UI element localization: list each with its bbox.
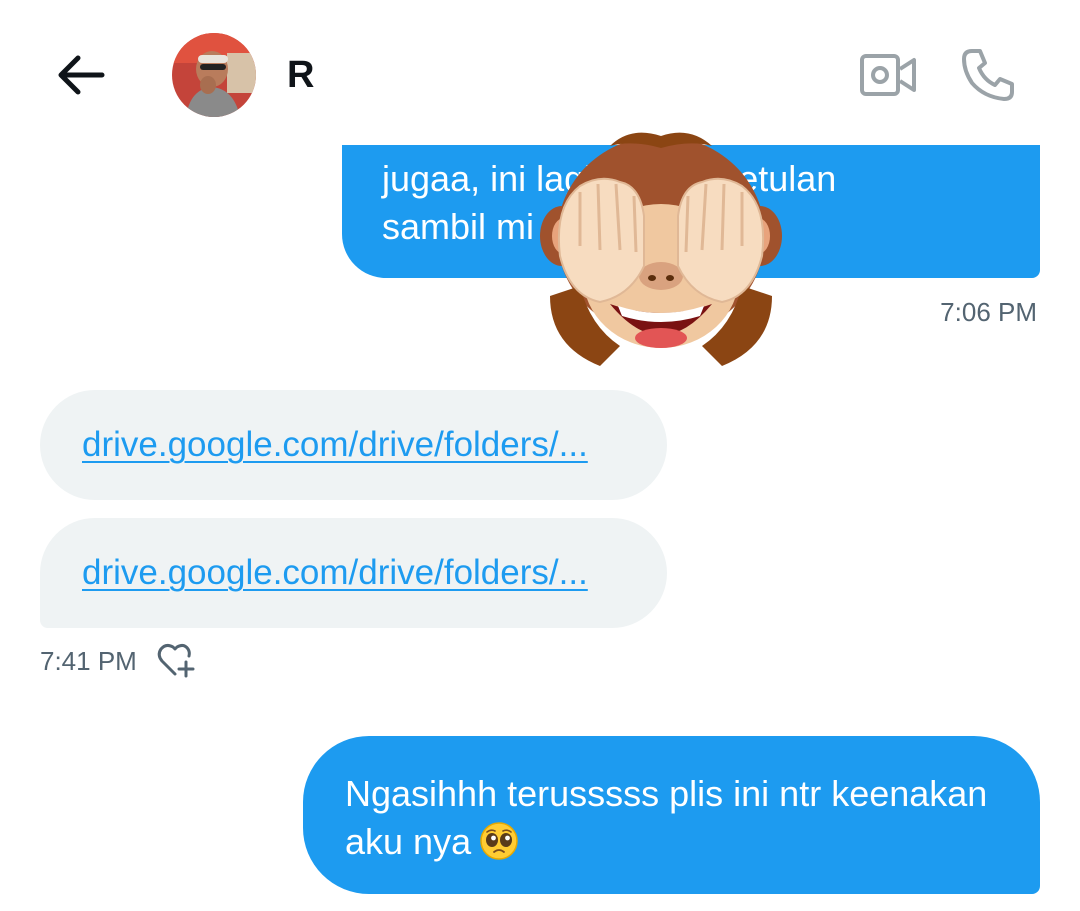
pleading-face-emoji (480, 822, 518, 861)
voice-call-button[interactable] (958, 45, 1018, 105)
message-text-line-1: Ngasihhh terusssss plis ini ntr keenakan (345, 773, 988, 814)
contact-name: R (287, 54, 315, 96)
message-timestamp: 7:41 PM (40, 646, 137, 676)
avatar[interactable] (172, 33, 256, 117)
incoming-message-bubble[interactable]: drive.google.com/drive/folders/... (40, 518, 667, 628)
outgoing-message-bubble[interactable]: Ngasihhh terusssss plis ini ntr keenakan… (303, 736, 1040, 894)
phone-icon (962, 49, 1014, 101)
incoming-message-bubble[interactable]: drive.google.com/drive/folders/... (40, 390, 667, 500)
message-text-line-2: aku nya (345, 818, 998, 866)
drive-link[interactable]: drive.google.com/drive/folders/... (82, 553, 588, 592)
video-camera-icon (860, 54, 916, 96)
message-timestamp: 7:06 PM (940, 297, 1037, 327)
chat-header: R (0, 0, 1080, 145)
arrow-left-icon (58, 55, 105, 95)
back-button[interactable] (52, 48, 112, 102)
add-reaction-button[interactable] (155, 640, 197, 680)
video-call-button[interactable] (858, 50, 918, 100)
drive-link[interactable]: drive.google.com/drive/folders/... (82, 425, 588, 464)
message-text-line-2-text: aku nya (345, 821, 472, 862)
heart-plus-icon (157, 643, 195, 678)
see-no-evil-monkey-sticker (540, 126, 782, 372)
